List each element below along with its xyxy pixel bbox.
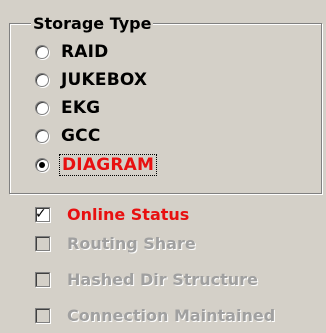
checkbox-icon <box>35 271 50 287</box>
radio-button-icon[interactable] <box>35 45 49 59</box>
radio-button-icon[interactable] <box>35 101 49 115</box>
radio-label-ekg: EKG <box>61 98 101 118</box>
radio-button-icon[interactable] <box>35 129 49 143</box>
checkbox-label-online-status: Online Status <box>67 204 190 224</box>
radio-label-diagram: DIAGRAM <box>59 154 158 176</box>
checkbox-checked-icon[interactable]: ✓ <box>35 205 50 222</box>
radio-diagram[interactable]: DIAGRAM <box>35 153 158 177</box>
radio-label-jukebox: JUKEBOX <box>61 70 148 90</box>
radio-ekg[interactable]: EKG <box>35 96 100 120</box>
checkbox-online-status[interactable]: ✓ Online Status <box>35 201 189 227</box>
checkbox-hashed-dir-structure: Hashed Dir Structure <box>35 266 258 292</box>
checkbox-icon <box>35 307 50 323</box>
checkbox-label-connection-maintained: Connection Maintained <box>67 305 276 325</box>
checkmark-icon: ✓ <box>35 205 47 222</box>
radio-button-selected-icon[interactable] <box>35 158 49 172</box>
radio-button-icon[interactable] <box>35 73 49 87</box>
radio-label-gcc: GCC <box>61 126 101 146</box>
radio-raid[interactable]: RAID <box>35 40 108 64</box>
checkbox-label-routing-share: Routing Share <box>67 233 196 253</box>
radio-gcc[interactable]: GCC <box>35 124 101 148</box>
radio-dot-icon <box>39 162 45 168</box>
checkbox-connection-maintained: Connection Maintained <box>35 302 275 328</box>
checkbox-routing-share: Routing Share <box>35 230 196 256</box>
radio-label-raid: RAID <box>61 42 109 62</box>
radio-jukebox[interactable]: JUKEBOX <box>35 68 147 92</box>
storage-type-title: Storage Type <box>31 14 154 34</box>
checkbox-label-hashed-dir-structure: Hashed Dir Structure <box>67 269 258 289</box>
checkbox-icon <box>35 235 50 251</box>
